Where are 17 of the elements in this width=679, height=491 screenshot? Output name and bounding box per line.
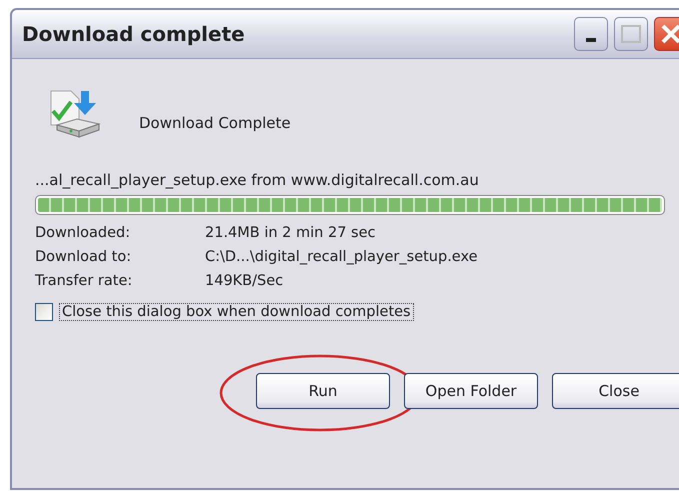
dialog-button[interactable]: Close	[552, 373, 679, 409]
close-button[interactable]	[654, 17, 679, 51]
file-source-text: ...al_recall_player_setup.exe from www.digitalrecall.com.au	[35, 171, 480, 189]
status-heading: Download Complete	[139, 114, 291, 132]
maximize-button[interactable]	[614, 17, 648, 51]
minimize-button[interactable]	[574, 17, 608, 51]
dialog-button[interactable]: Open Folder	[404, 373, 538, 409]
detail-value: 149KB/Sec	[205, 273, 284, 289]
dialog-button[interactable]: Run	[256, 373, 390, 409]
checkbox-label[interactable]: Close this dialog box when download completes	[59, 303, 414, 321]
checkbox[interactable]	[35, 303, 53, 321]
detail-label: Transfer rate:	[35, 273, 134, 289]
detail-label: Download to:	[35, 249, 132, 265]
detail-label: Downloaded:	[35, 225, 132, 241]
detail-value: 21.4MB in 2 min 27 sec	[205, 225, 376, 241]
window-title: Download complete	[22, 22, 245, 46]
detail-value: C:\D...\digital_recall_player_setup.exe	[205, 249, 479, 265]
